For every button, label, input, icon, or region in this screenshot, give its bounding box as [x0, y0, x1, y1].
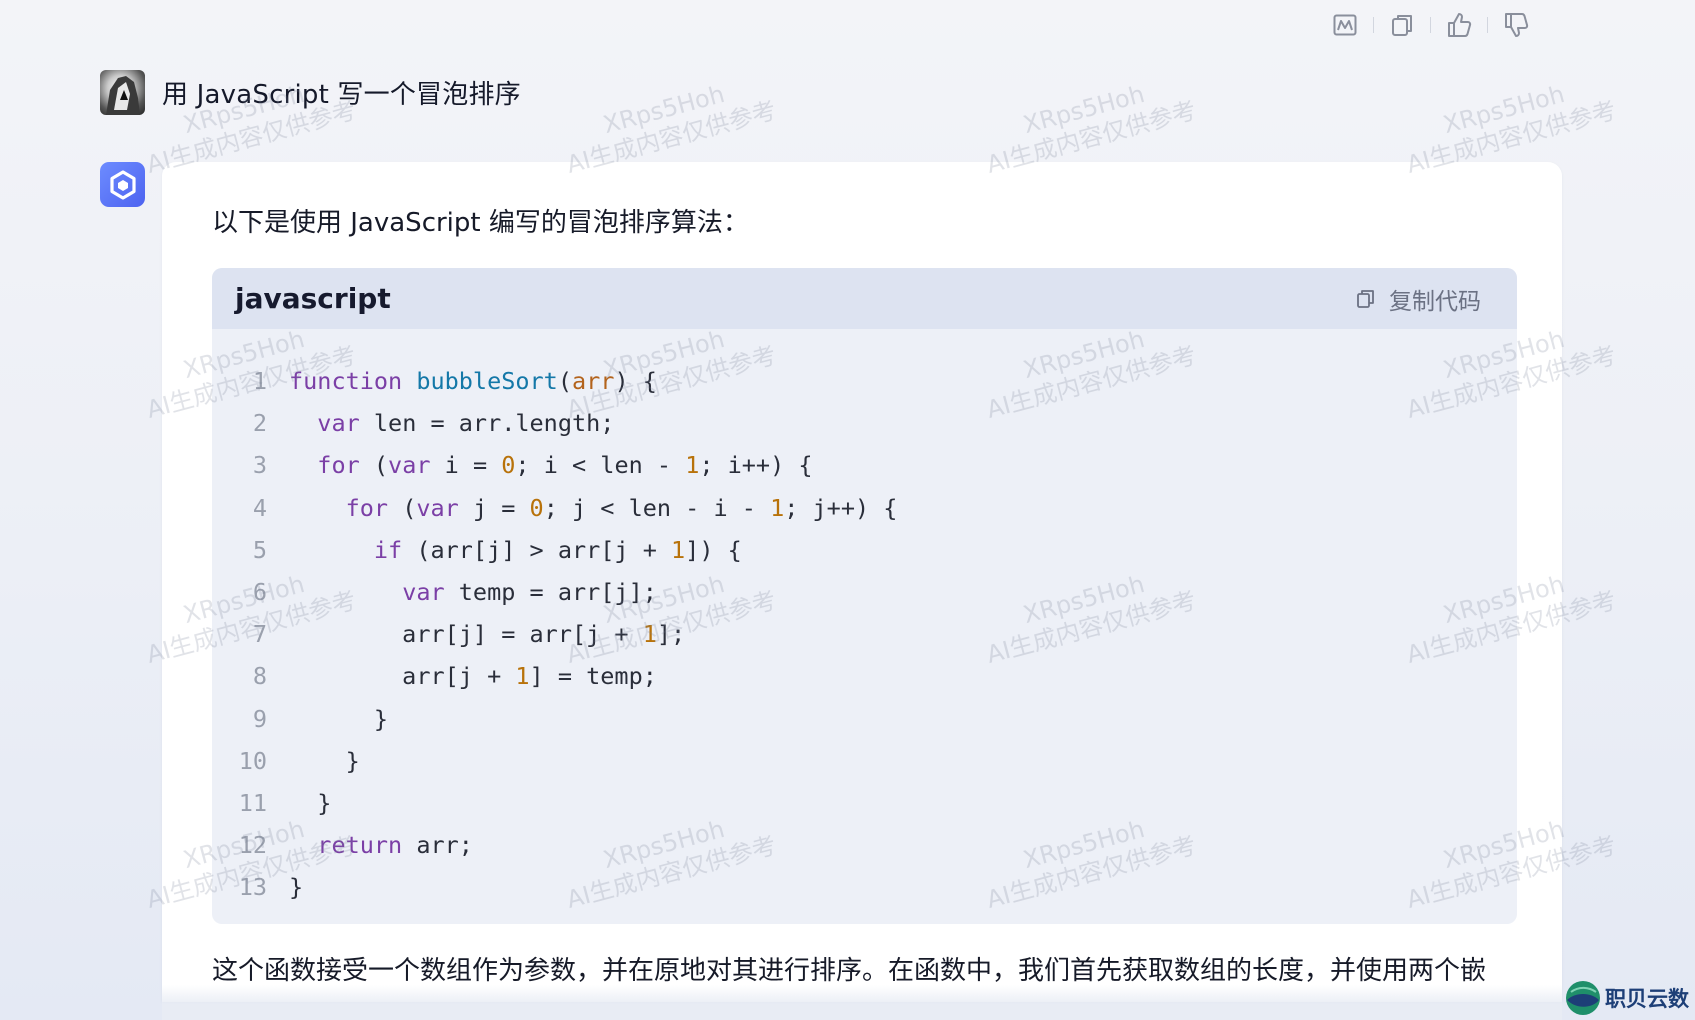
code-text: }: [289, 746, 360, 775]
copy-code-label: 复制代码: [1389, 288, 1481, 315]
code-line: 6 var temp = arr[j];: [212, 571, 1517, 613]
line-number: 13: [238, 873, 267, 902]
code-text: if (arr[j] > arr[j + 1]) {: [373, 535, 742, 564]
line-number: 8: [252, 662, 267, 691]
brand-logo: 职贝云数: [1563, 978, 1689, 1018]
assistant-answer-card: 以下是使用 JavaScript 编写的冒泡排序算法： javascript 复…: [162, 162, 1562, 1002]
code-text: var len = arr.length;: [317, 409, 615, 438]
code-text: arr[j] = arr[j + 1];: [289, 620, 686, 649]
thumbs-down-icon[interactable]: [1499, 8, 1533, 42]
code-block-header: javascript 复制代码: [212, 268, 1517, 329]
answer-intro-text: 以下是使用 JavaScript 编写的冒泡排序算法：: [212, 208, 749, 238]
scroll-fade: [162, 985, 1562, 1020]
code-text: function bubbleSort(arr) {: [289, 367, 657, 396]
message-action-toolbar: [1328, 8, 1533, 42]
user-avatar: [100, 70, 145, 115]
brand-name: 职贝云数: [1605, 987, 1689, 1011]
line-number: 11: [238, 788, 267, 817]
code-line: 9 }: [212, 698, 1517, 740]
toolbar-divider: [1430, 17, 1431, 33]
line-number: 2: [252, 409, 267, 438]
code-line: 12 return arr;: [212, 824, 1517, 866]
line-number: 4: [252, 493, 267, 522]
answer-outro-text: 这个函数接受一个数组作为参数，并在原地对其进行排序。在函数中，我们首先获取数组的…: [212, 956, 1487, 986]
code-text: }: [289, 704, 389, 733]
code-text: var temp = arr[j];: [402, 578, 657, 607]
watermark-id: XRps5Hoh: [1020, 79, 1148, 140]
line-number: 12: [238, 831, 267, 860]
line-number: 5: [252, 535, 267, 564]
line-number: 9: [252, 704, 267, 733]
chart-icon[interactable]: [1328, 8, 1362, 42]
toolbar-divider: [1487, 17, 1488, 33]
code-line: 13}: [212, 866, 1517, 908]
code-language-label: javascript: [235, 282, 391, 315]
line-number: 7: [252, 620, 267, 649]
code-line: 8 arr[j + 1] = temp;: [212, 655, 1517, 697]
watermark-id: XRps5Hoh: [600, 79, 728, 140]
code-line: 2 var len = arr.length;: [212, 402, 1517, 444]
code-line: 5 if (arr[j] > arr[j + 1]) {: [212, 529, 1517, 571]
code-text: }: [289, 788, 332, 817]
code-line: 1 function bubbleSort(arr) {: [212, 360, 1517, 402]
code-line: 3 for (var i = 0; i < len - 1; i++) {: [212, 444, 1517, 486]
line-number: 6: [252, 578, 267, 607]
line-number: 10: [238, 746, 267, 775]
line-number: 1: [252, 367, 267, 396]
copy-icon[interactable]: [1385, 8, 1419, 42]
copy-code-button[interactable]: 复制代码: [1355, 282, 1481, 316]
code-line: 4 for (var j = 0; j < len - i - 1; j++) …: [212, 487, 1517, 529]
assistant-avatar: [100, 162, 145, 207]
code-line: 7 arr[j] = arr[j + 1];: [212, 613, 1517, 655]
code-text: for (var i = 0; i < len - 1; i++) {: [317, 451, 813, 480]
code-line: 10 }: [212, 740, 1517, 782]
code-block: javascript 复制代码 1 function bubbleSort(arr…: [212, 268, 1517, 924]
code-text: for (var j = 0; j < len - i - 1; j++) {: [345, 493, 898, 522]
user-message-row: 用 JavaScript 写一个冒泡排序: [100, 70, 521, 115]
line-number: 3: [252, 451, 267, 480]
code-text: arr[j + 1] = temp;: [289, 662, 657, 691]
thumbs-up-icon[interactable]: [1442, 8, 1476, 42]
user-message-text: 用 JavaScript 写一个冒泡排序: [162, 80, 521, 110]
code-line: 11 }: [212, 782, 1517, 824]
watermark-id: XRps5Hoh: [1440, 79, 1568, 140]
copy-icon: [1355, 288, 1377, 310]
code-body: 1 function bubbleSort(arr) { 2 var len = a…: [212, 360, 1517, 908]
code-text: }: [289, 873, 304, 902]
globe-icon: [1566, 981, 1600, 1015]
toolbar-divider: [1373, 17, 1374, 33]
code-text: return arr;: [317, 831, 473, 860]
